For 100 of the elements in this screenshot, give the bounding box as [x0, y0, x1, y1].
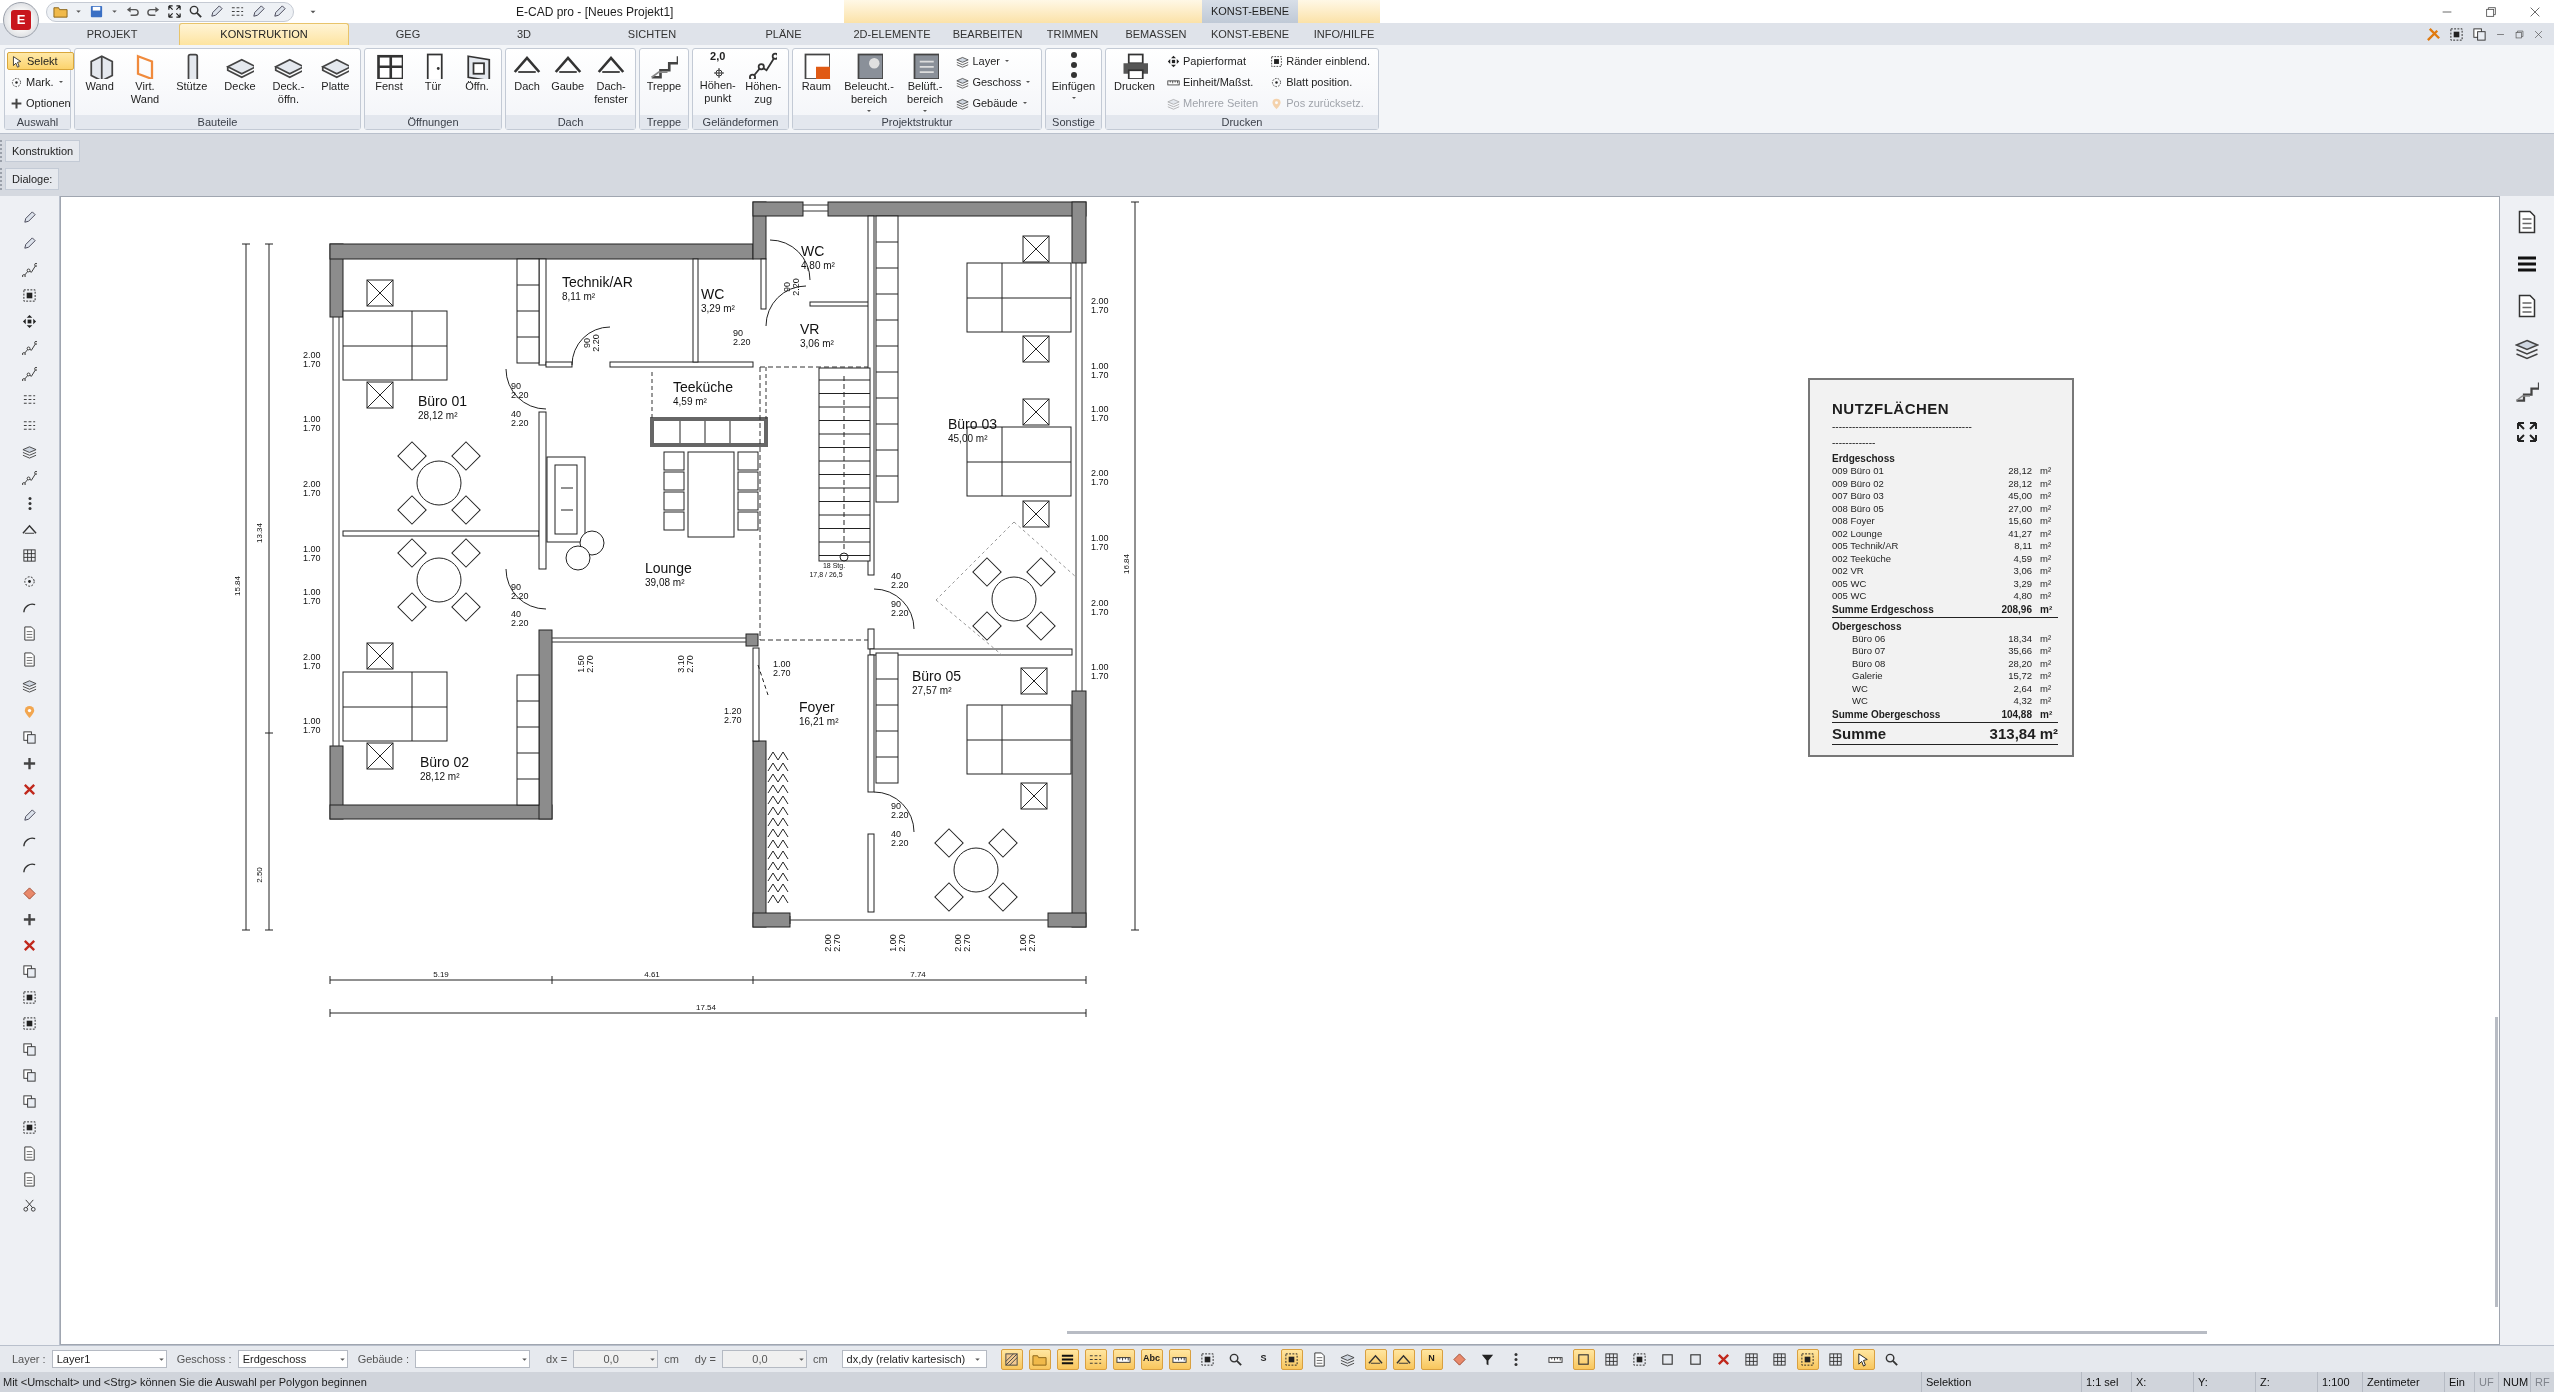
panel-tab[interactable]: Dialoge:: [5, 168, 60, 190]
ribbon-button[interactable]: Geschoss: [953, 73, 1036, 91]
ribbon-button[interactable]: Fenst: [372, 51, 406, 93]
ribbon-tab[interactable]: TRIMMEN: [1035, 23, 1110, 45]
number-field[interactable]: 0,0: [721, 1350, 807, 1368]
ribbon-tab[interactable]: 2D-ELEMENTE: [844, 23, 940, 45]
ribbon-button[interactable]: Mark.: [7, 73, 74, 91]
undo-icon[interactable]: [125, 4, 140, 19]
toolbar-toggle[interactable]: [1852, 1348, 1875, 1370]
dropdown-field[interactable]: Erdgeschoss: [237, 1350, 348, 1368]
frame-icon[interactable]: [2449, 26, 2464, 42]
toolbar-toggle[interactable]: [1796, 1348, 1819, 1370]
ribbon-tab[interactable]: INFO/HILFE: [1298, 23, 1390, 45]
ribbon-button[interactable]: Treppe: [643, 51, 685, 93]
caret-icon[interactable]: [74, 7, 83, 16]
panel-tab[interactable]: Konstruktion: [5, 140, 81, 162]
ribbon-tab[interactable]: PLÄNE: [723, 23, 844, 45]
dropdown-field[interactable]: Layer1: [51, 1350, 167, 1368]
toolbar-toggle[interactable]: [1572, 1348, 1595, 1370]
toolbar-toggle[interactable]: [1056, 1348, 1079, 1370]
ribbon-button[interactable]: Tür: [416, 51, 450, 93]
copy-icon[interactable]: [2472, 26, 2487, 42]
ribbon-button[interactable]: Platte: [318, 51, 353, 93]
ribbon-button[interactable]: Öffn.: [460, 51, 494, 93]
ribbon-button[interactable]: Optionen: [7, 94, 74, 112]
room-area: 28,12 m²: [420, 771, 460, 782]
frame-icon: [1270, 54, 1284, 68]
ribbon-button[interactable]: Gebäude: [953, 94, 1036, 112]
copy-icon: [22, 1067, 37, 1083]
dashed-lines-icon[interactable]: [230, 4, 245, 19]
ribbon-button[interactable]: Ränder einblend.: [1267, 52, 1373, 70]
expand-icon[interactable]: [167, 4, 182, 19]
ribbon-button[interactable]: Belüft.- bereich: [904, 51, 947, 115]
ribbon-tab[interactable]: BEARBEITEN: [940, 23, 1035, 45]
toolbar-toggle[interactable]: [1364, 1348, 1387, 1370]
pencil-icon[interactable]: [209, 4, 224, 19]
status-cell: 1:100: [2317, 1372, 2362, 1392]
copy-icon: [22, 1093, 37, 1109]
pencil-icon[interactable]: [272, 4, 287, 19]
ribbon-button[interactable]: Beleucht.- bereich: [841, 51, 897, 115]
folder-icon[interactable]: [53, 4, 68, 19]
toolbar-toggle[interactable]: [1028, 1348, 1051, 1370]
ribbon-button[interactable]: Gaube: [548, 51, 588, 93]
ribbon-button[interactable]: Dach- fenster: [591, 51, 631, 106]
ribbon-button[interactable]: 2,0 Höhen- punkt: [696, 51, 739, 105]
button-label: Öffn.: [465, 80, 489, 93]
redo-icon[interactable]: [146, 4, 161, 19]
icon-label: 2,0: [710, 51, 726, 62]
ribbon-button[interactable]: Einfügen: [1048, 51, 1099, 102]
ribbon-button[interactable]: Einheit/Maßst.: [1163, 73, 1262, 91]
context-tab-label: KONST-EBENE: [1202, 0, 1298, 23]
caret-icon[interactable]: [110, 7, 119, 16]
restore-icon[interactable]: [2514, 28, 2525, 40]
ribbon-button[interactable]: Drucken: [1111, 51, 1158, 93]
mode-dropdown[interactable]: dx,dy (relativ kartesisch): [841, 1350, 987, 1368]
restore-icon[interactable]: [2484, 4, 2498, 19]
pencil-icon[interactable]: [251, 4, 266, 19]
toolbar-toggle[interactable]: N: [1420, 1348, 1443, 1370]
ribbon-button[interactable]: Dach: [510, 51, 545, 93]
ribbon-tab[interactable]: PROJEKT: [45, 23, 179, 45]
ribbon-tab[interactable]: KONST-EBENE: [1202, 23, 1298, 45]
close-icon[interactable]: [2533, 28, 2544, 40]
toolbar-toggle[interactable]: [1392, 1348, 1415, 1370]
app-menu-button[interactable]: E: [3, 2, 39, 38]
table-cell-text: m²: [2039, 565, 2053, 578]
copy-icon: [22, 963, 37, 979]
ribbon-button[interactable]: Wand: [82, 51, 117, 93]
toolbar-toggle[interactable]: [1280, 1348, 1303, 1370]
ribbon-button[interactable]: Papierformat: [1163, 52, 1262, 70]
ribbon-button[interactable]: Deck.- öffn.: [269, 51, 308, 106]
toolbar-toggle[interactable]: [1168, 1348, 1191, 1370]
ribbon-tab[interactable]: BEMASSEN: [1110, 23, 1202, 45]
ribbon-button[interactable]: Virt. Wand: [127, 51, 163, 106]
save-icon[interactable]: [89, 4, 104, 19]
ribbon-tab[interactable]: 3D: [467, 23, 581, 45]
frame-icon: [22, 1119, 37, 1135]
ribbon-button[interactable]: Selekt: [7, 52, 74, 70]
number-field[interactable]: 0,0: [573, 1350, 659, 1368]
scrollbar[interactable]: [1067, 1331, 2207, 1334]
table-cell-text: WC: [1851, 682, 1869, 695]
ribbon-button[interactable]: Layer: [953, 52, 1036, 70]
toolbar-toggle[interactable]: [1000, 1348, 1023, 1370]
toolbar-toggle[interactable]: Abc: [1140, 1348, 1163, 1370]
ribbon-button[interactable]: Höhen- zug: [742, 51, 785, 106]
ribbon-button[interactable]: Raum: [798, 51, 834, 93]
ribbon-button[interactable]: Decke: [221, 51, 259, 93]
toolbar-toggle[interactable]: S: [1252, 1348, 1275, 1370]
toolbar-toggle[interactable]: [1084, 1348, 1107, 1370]
ribbon-button[interactable]: Blatt position.: [1267, 73, 1373, 91]
room-area: 45,00 m²: [948, 433, 988, 444]
dropdown-field[interactable]: [415, 1350, 531, 1368]
cursor-icon: [11, 54, 24, 68]
ribbon-tab[interactable]: KONSTRUKTION: [179, 23, 349, 45]
ribbon-tab[interactable]: SICHTEN: [581, 23, 723, 45]
ribbon-tab[interactable]: GEG: [349, 23, 467, 45]
ribbon-button[interactable]: Stütze: [173, 51, 211, 93]
scrollbar[interactable]: [2495, 1017, 2498, 1307]
toolbar-toggle[interactable]: [1112, 1348, 1135, 1370]
search-icon[interactable]: [188, 4, 203, 19]
button-label: Treppe: [646, 80, 682, 93]
